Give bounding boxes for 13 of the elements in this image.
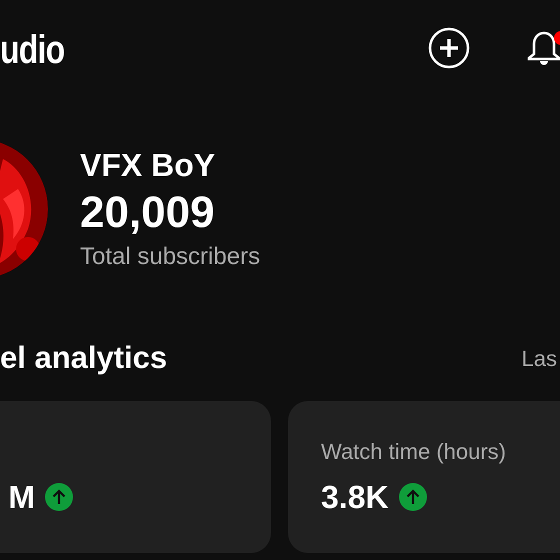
stat-value: M [8, 479, 35, 515]
plus-icon [428, 27, 470, 69]
stat-card[interactable]: Watch time (hours) 3.8K [288, 401, 560, 553]
create-button[interactable] [428, 27, 470, 69]
app-title: udio [0, 27, 64, 70]
section-title: el analytics [0, 338, 168, 377]
subscribers-label: Total subscribers [80, 242, 260, 272]
stat-label: Watch time (hours) [321, 438, 506, 466]
stat-value: 3.8K [321, 479, 389, 515]
period-selector[interactable]: Las [522, 342, 560, 374]
channel-name: VFX BoY [80, 146, 216, 185]
subscriber-count: 20,009 [80, 187, 216, 239]
stat-card[interactable]: M [0, 401, 271, 553]
